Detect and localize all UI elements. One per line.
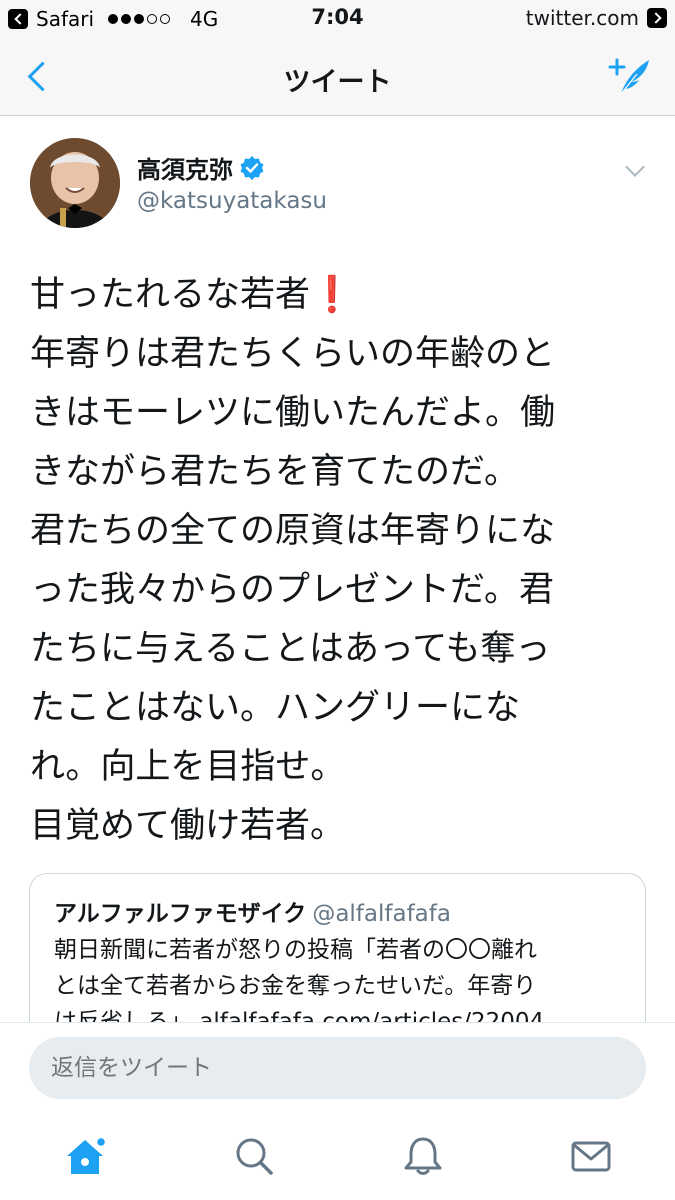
tweet-line: 君たちの全ての原資は年寄りにな <box>30 511 556 551</box>
author-name[interactable]: 高須克弥 <box>137 150 265 185</box>
tweet-line: 目覚めて働け若者。 <box>30 806 346 846</box>
tab-bar <box>0 1118 675 1200</box>
quoted-author-name: アルファルファモザイク <box>54 901 307 927</box>
quoted-tweet-header: アルファルファモザイク @alfalfafafa <box>54 894 451 928</box>
quoted-line: とは全て若者からお金を奪ったせいだ。年寄り <box>54 973 537 999</box>
tweet-line: きはモーレツに働いたんだよ。働 <box>30 393 556 433</box>
tweet-line: れ。向上を目指せ。 <box>30 747 346 787</box>
tweet-line: たことはない。ハングリーにな <box>30 688 521 728</box>
reply-bar <box>0 1022 675 1118</box>
exclamation-emoji-icon: ❗ <box>310 275 354 315</box>
avatar[interactable] <box>30 138 120 228</box>
status-bar-right[interactable]: twitter.com <box>526 6 667 30</box>
compose-tweet-icon[interactable] <box>607 54 653 100</box>
forward-to-url-icon[interactable] <box>647 8 667 28</box>
tweet-text: 甘ったれるな若者❗ 年寄りは君たちくらいの年齢のと きはモーレツに働いたんだよ。… <box>30 266 645 856</box>
search-icon[interactable] <box>232 1134 276 1178</box>
notifications-icon[interactable] <box>401 1134 445 1178</box>
tweet-line: たちに与えることはあっても奪っ <box>30 629 551 669</box>
verified-badge-icon <box>239 155 265 181</box>
quoted-line: 朝日新聞に若者が怒りの投稿「若者の〇〇離れ <box>54 937 537 963</box>
tweet-line: 年寄りは君たちくらいの年齢のと <box>30 334 556 374</box>
tweet-line: 甘ったれるな若者❗ <box>30 275 354 315</box>
url-label[interactable]: twitter.com <box>526 6 639 30</box>
chevron-down-icon[interactable] <box>623 158 647 182</box>
page-title: ツイート <box>283 67 392 98</box>
author-handle[interactable]: @katsuyatakasu <box>137 188 327 214</box>
reply-input[interactable] <box>29 1037 646 1099</box>
tweet-line: った我々からのプレゼントだ。君 <box>30 570 554 610</box>
messages-icon[interactable] <box>569 1134 613 1178</box>
tweet-line: きながら君たちを育てたのだ。 <box>30 452 519 492</box>
navigation-bar: ツイート <box>0 38 675 116</box>
status-bar: Safari 4G 7:04 twitter.com <box>0 0 675 38</box>
quoted-author-handle: @alfalfafafa <box>312 901 451 927</box>
author-name-text[interactable]: 高須克弥 <box>137 150 233 185</box>
home-icon[interactable] <box>63 1134 107 1178</box>
